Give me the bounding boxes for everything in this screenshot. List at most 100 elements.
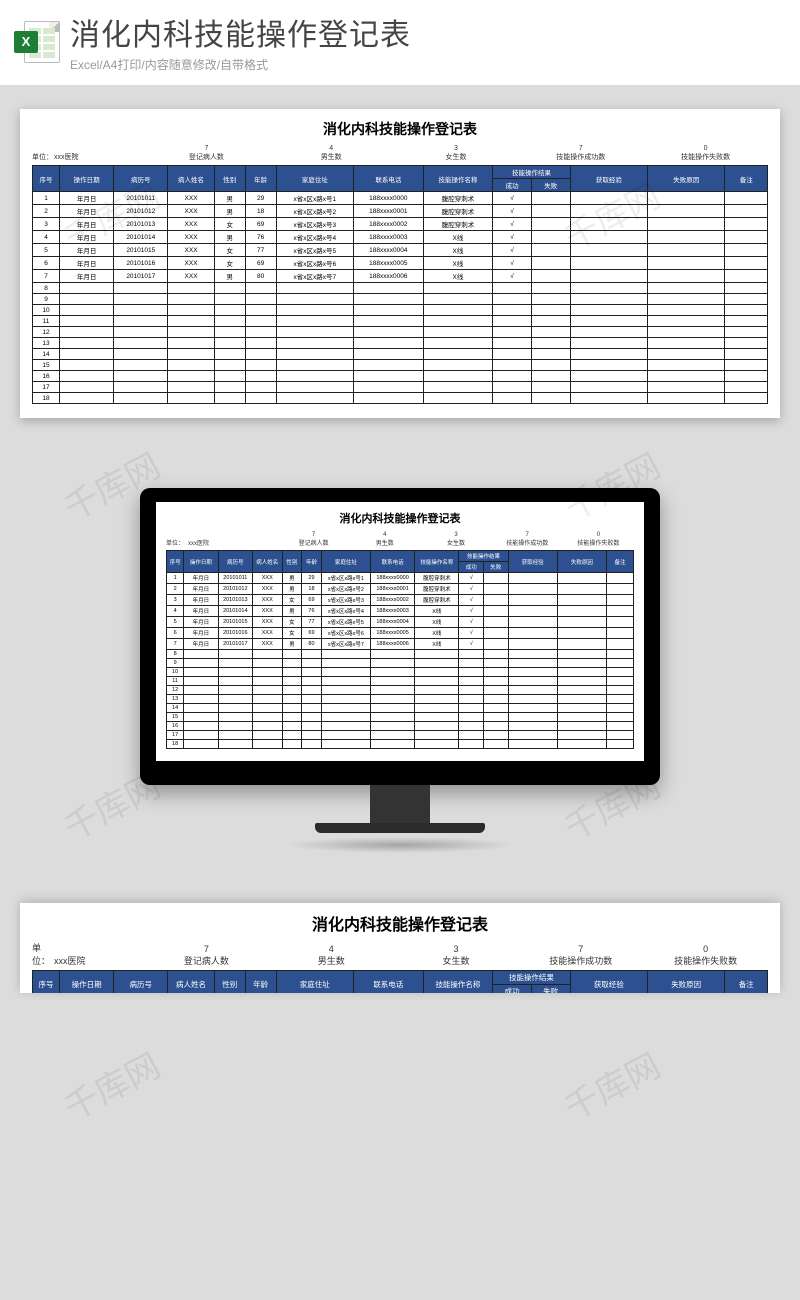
th-age: 年龄 bbox=[245, 971, 276, 994]
cell bbox=[570, 192, 647, 205]
cell bbox=[493, 327, 532, 338]
cell bbox=[508, 740, 557, 749]
cell bbox=[184, 686, 218, 695]
cell: 男 bbox=[282, 606, 302, 617]
monitor-stand-base bbox=[315, 823, 485, 833]
cell bbox=[302, 722, 322, 731]
cell bbox=[725, 294, 768, 305]
cell bbox=[60, 294, 114, 305]
cell bbox=[570, 393, 647, 404]
table-row: 7年月日20101017XXX男80x省x区x路x号7188xxxx0006X线… bbox=[33, 270, 768, 283]
cell bbox=[184, 722, 218, 731]
cell bbox=[114, 338, 168, 349]
cell bbox=[415, 695, 459, 704]
cell bbox=[218, 677, 252, 686]
cell bbox=[725, 192, 768, 205]
cell bbox=[415, 713, 459, 722]
cell: 76 bbox=[245, 231, 276, 244]
monitor-shadow bbox=[285, 837, 515, 853]
cell: 年月日 bbox=[184, 617, 218, 628]
watermark: 千库网 bbox=[554, 1039, 667, 1130]
cell bbox=[557, 606, 606, 617]
sheet-title: 消化内科技能操作登记表 bbox=[32, 911, 768, 935]
cell bbox=[354, 349, 424, 360]
cell bbox=[648, 316, 725, 327]
cell bbox=[606, 713, 633, 722]
stat-0: 7登记病人数 bbox=[144, 944, 269, 967]
cell bbox=[370, 677, 414, 686]
cell bbox=[508, 722, 557, 731]
th-result_group: 技能操作结果 bbox=[493, 971, 570, 985]
cell: 188xxxx0000 bbox=[354, 192, 424, 205]
table-row: 13 bbox=[33, 338, 768, 349]
cell bbox=[253, 668, 282, 677]
cell bbox=[253, 677, 282, 686]
th-addr: 家庭住址 bbox=[276, 166, 353, 192]
th-exp: 获取经验 bbox=[570, 166, 647, 192]
cell: 10 bbox=[167, 668, 184, 677]
cell: 17 bbox=[33, 382, 60, 393]
stat-2: 3女生数 bbox=[394, 145, 519, 162]
cell: x省x区x路x号6 bbox=[321, 628, 370, 639]
cell bbox=[321, 650, 370, 659]
cell: √ bbox=[459, 628, 484, 639]
cell: 年月日 bbox=[60, 244, 114, 257]
th-date: 操作日期 bbox=[60, 971, 114, 994]
cell bbox=[606, 595, 633, 606]
cell bbox=[557, 695, 606, 704]
cell: √ bbox=[493, 192, 532, 205]
cell: 188xxxx0006 bbox=[370, 639, 414, 650]
th-note: 备注 bbox=[725, 166, 768, 192]
cell: X线 bbox=[415, 628, 459, 639]
cell bbox=[114, 327, 168, 338]
th-op: 技能操作名称 bbox=[415, 551, 459, 573]
cell: 16 bbox=[33, 371, 60, 382]
cell bbox=[557, 722, 606, 731]
cell bbox=[493, 338, 532, 349]
th-reason: 失败原因 bbox=[648, 166, 725, 192]
cell bbox=[415, 686, 459, 695]
cell bbox=[245, 338, 276, 349]
cell bbox=[648, 270, 725, 283]
data-table: 序号操作日期病历号病人姓名性别年龄家庭住址联系电话技能操作名称技能操作结果获取经… bbox=[32, 165, 768, 404]
cell: √ bbox=[493, 231, 532, 244]
cell: X线 bbox=[423, 257, 493, 270]
cell bbox=[184, 704, 218, 713]
th-fail: 失败 bbox=[531, 985, 570, 994]
table-row: 18 bbox=[167, 740, 634, 749]
cell bbox=[423, 305, 493, 316]
th-result_group: 技能操作结果 bbox=[459, 551, 508, 562]
page-subtitle: Excel/A4打印/内容随意修改/自带格式 bbox=[70, 56, 786, 73]
cell: 男 bbox=[214, 231, 245, 244]
cell bbox=[354, 371, 424, 382]
table-row: 10 bbox=[167, 668, 634, 677]
cell: 188xxxx0005 bbox=[370, 628, 414, 639]
cell bbox=[484, 722, 509, 731]
cell bbox=[508, 704, 557, 713]
cell bbox=[60, 393, 114, 404]
th-phone: 联系电话 bbox=[354, 166, 424, 192]
cell bbox=[648, 218, 725, 231]
cell: 年月日 bbox=[60, 257, 114, 270]
cell bbox=[725, 270, 768, 283]
cell bbox=[168, 338, 214, 349]
cell bbox=[168, 393, 214, 404]
table-row: 9 bbox=[33, 294, 768, 305]
cell: 17 bbox=[167, 731, 184, 740]
cell: 15 bbox=[167, 713, 184, 722]
cell bbox=[606, 686, 633, 695]
cell bbox=[354, 338, 424, 349]
cell bbox=[282, 731, 302, 740]
th-date: 操作日期 bbox=[60, 166, 114, 192]
cell: 7 bbox=[167, 639, 184, 650]
cell bbox=[531, 244, 570, 257]
cell bbox=[354, 294, 424, 305]
cell bbox=[415, 722, 459, 731]
cell bbox=[282, 650, 302, 659]
cell bbox=[531, 192, 570, 205]
cell bbox=[570, 205, 647, 218]
cell bbox=[531, 231, 570, 244]
cell bbox=[725, 205, 768, 218]
cell bbox=[370, 740, 414, 749]
th-phone: 联系电话 bbox=[370, 551, 414, 573]
